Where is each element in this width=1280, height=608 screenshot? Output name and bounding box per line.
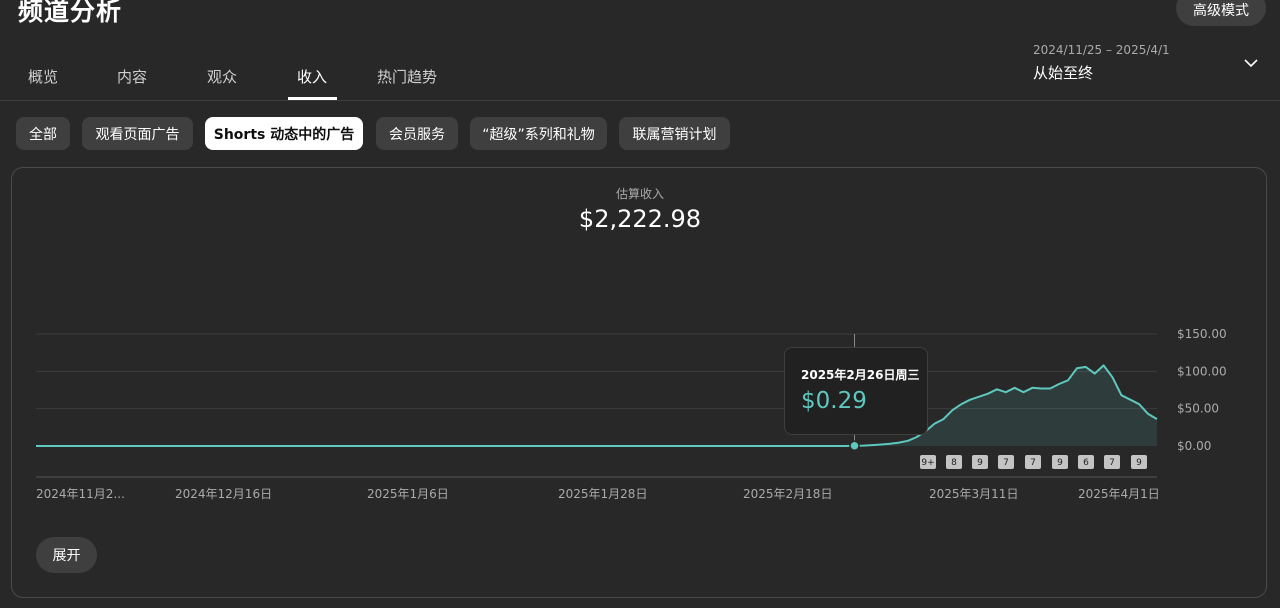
- video-badge-label: 9: [1057, 458, 1063, 468]
- expand-button[interactable]: 展开: [36, 537, 97, 573]
- y-tick-label: $100.00: [1177, 364, 1227, 378]
- video-badge-label: 6: [1083, 458, 1089, 468]
- tooltip-date: 2025年2月26日周三: [801, 368, 920, 382]
- video-badge-label: 9: [1136, 458, 1142, 468]
- chart-tooltip: 2025年2月26日周三 $0.29: [784, 347, 928, 435]
- video-badge-label: 8: [951, 458, 957, 468]
- y-tick-label: $0.00: [1177, 439, 1211, 453]
- x-tick-label: 2024年12月16日: [175, 487, 272, 501]
- tooltip-value: $0.29: [801, 388, 867, 414]
- x-tick-label: 2025年1月6日: [367, 487, 449, 501]
- video-badge-label: 9: [977, 458, 983, 468]
- y-tick-label: $50.00: [1177, 402, 1219, 416]
- x-tick-label: 2025年1月28日: [558, 487, 647, 501]
- video-badge-label: 7: [1030, 458, 1036, 468]
- video-badge-label: 7: [1003, 458, 1009, 468]
- video-badge-label: 7: [1109, 458, 1115, 468]
- x-tick-label: 2024年11月2...: [36, 487, 125, 501]
- hover-point: [849, 440, 860, 452]
- x-tick-label: 2025年4月1日: [1078, 487, 1160, 501]
- revenue-chart: $150.00 $100.00 $50.00 $0.00 2024年11月2... 202…: [36, 327, 1227, 501]
- area-fill: [36, 365, 1157, 446]
- x-tick-label: 2025年2月18日: [743, 487, 832, 501]
- x-tick-label: 2025年3月11日: [929, 487, 1018, 501]
- video-badge-label: 9+: [921, 458, 934, 468]
- y-tick-label: $150.00: [1177, 327, 1227, 341]
